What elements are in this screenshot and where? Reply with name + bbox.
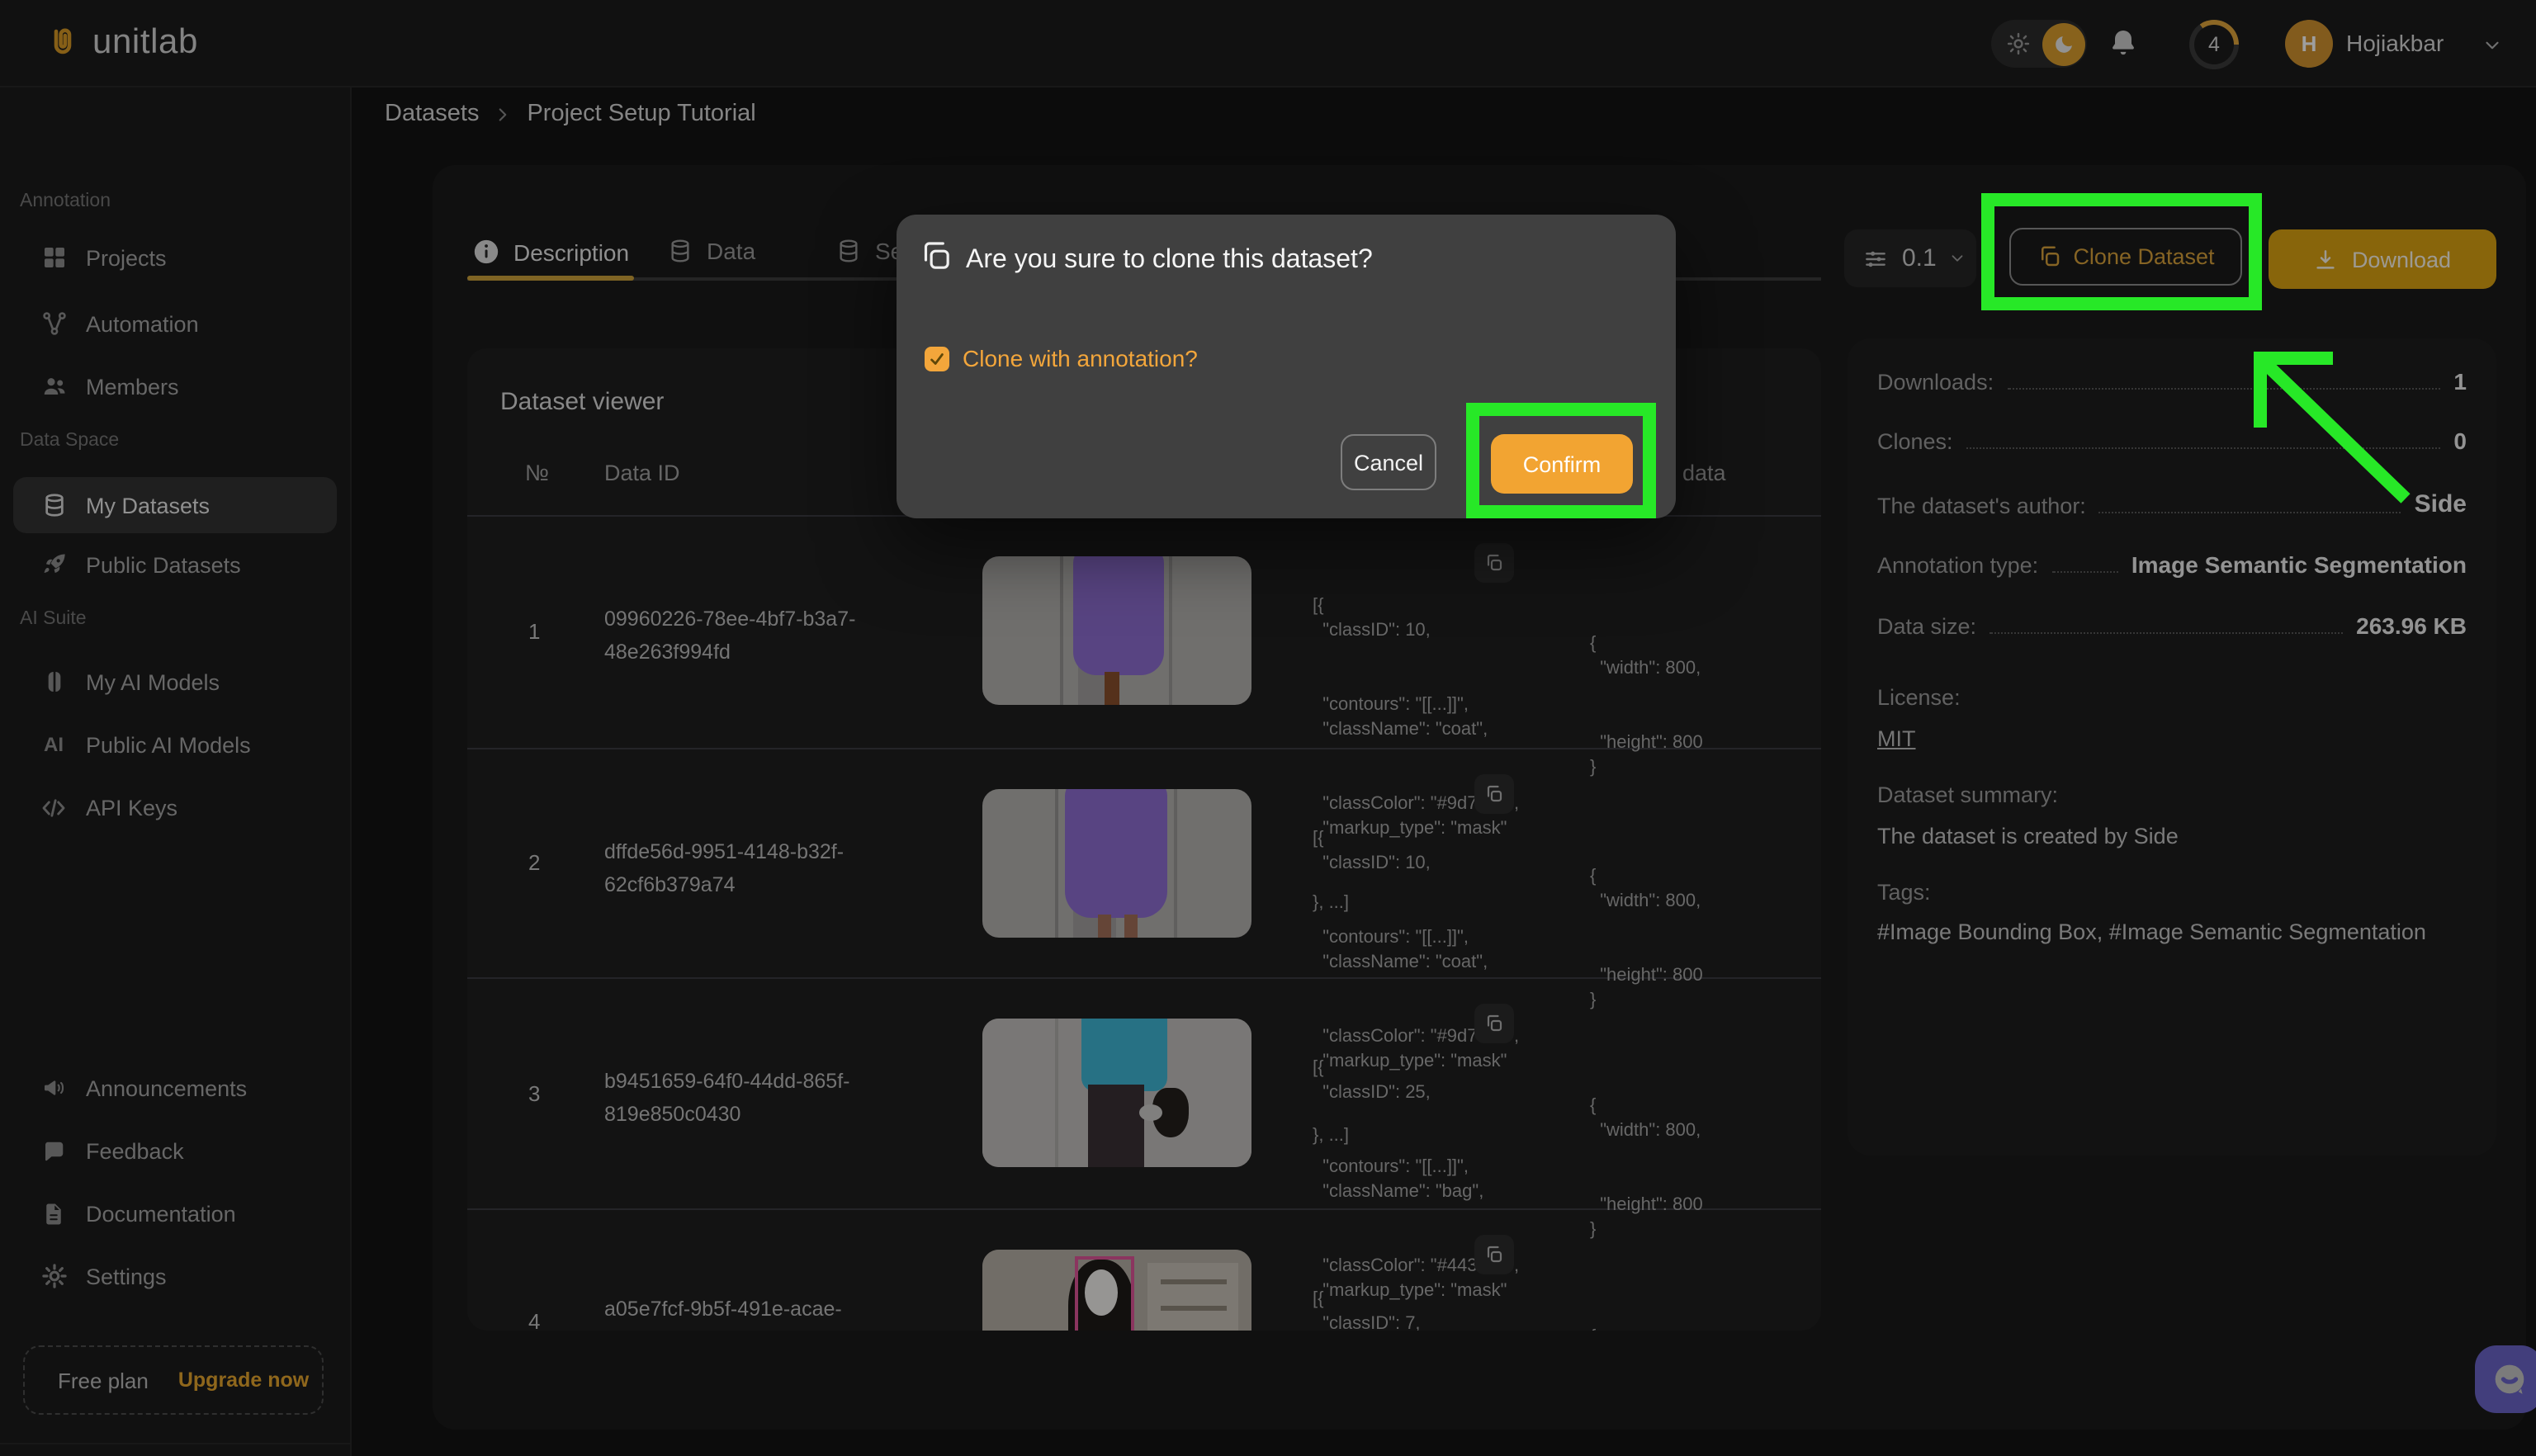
app-root: unitlab 4 H Hojiakbar Annot	[0, 0, 2536, 1456]
cancel-button[interactable]: Cancel	[1341, 434, 1436, 490]
confirm-button[interactable]: Confirm	[1491, 434, 1633, 494]
clone-confirm-modal: Are you sure to clone this dataset? Clon…	[897, 215, 1676, 518]
clone-with-annotation-checkbox[interactable]	[925, 347, 949, 371]
copy-icon	[920, 239, 953, 272]
checkbox-label[interactable]: Clone with annotation?	[963, 345, 1198, 371]
modal-title: Are you sure to clone this dataset?	[966, 246, 1373, 276]
